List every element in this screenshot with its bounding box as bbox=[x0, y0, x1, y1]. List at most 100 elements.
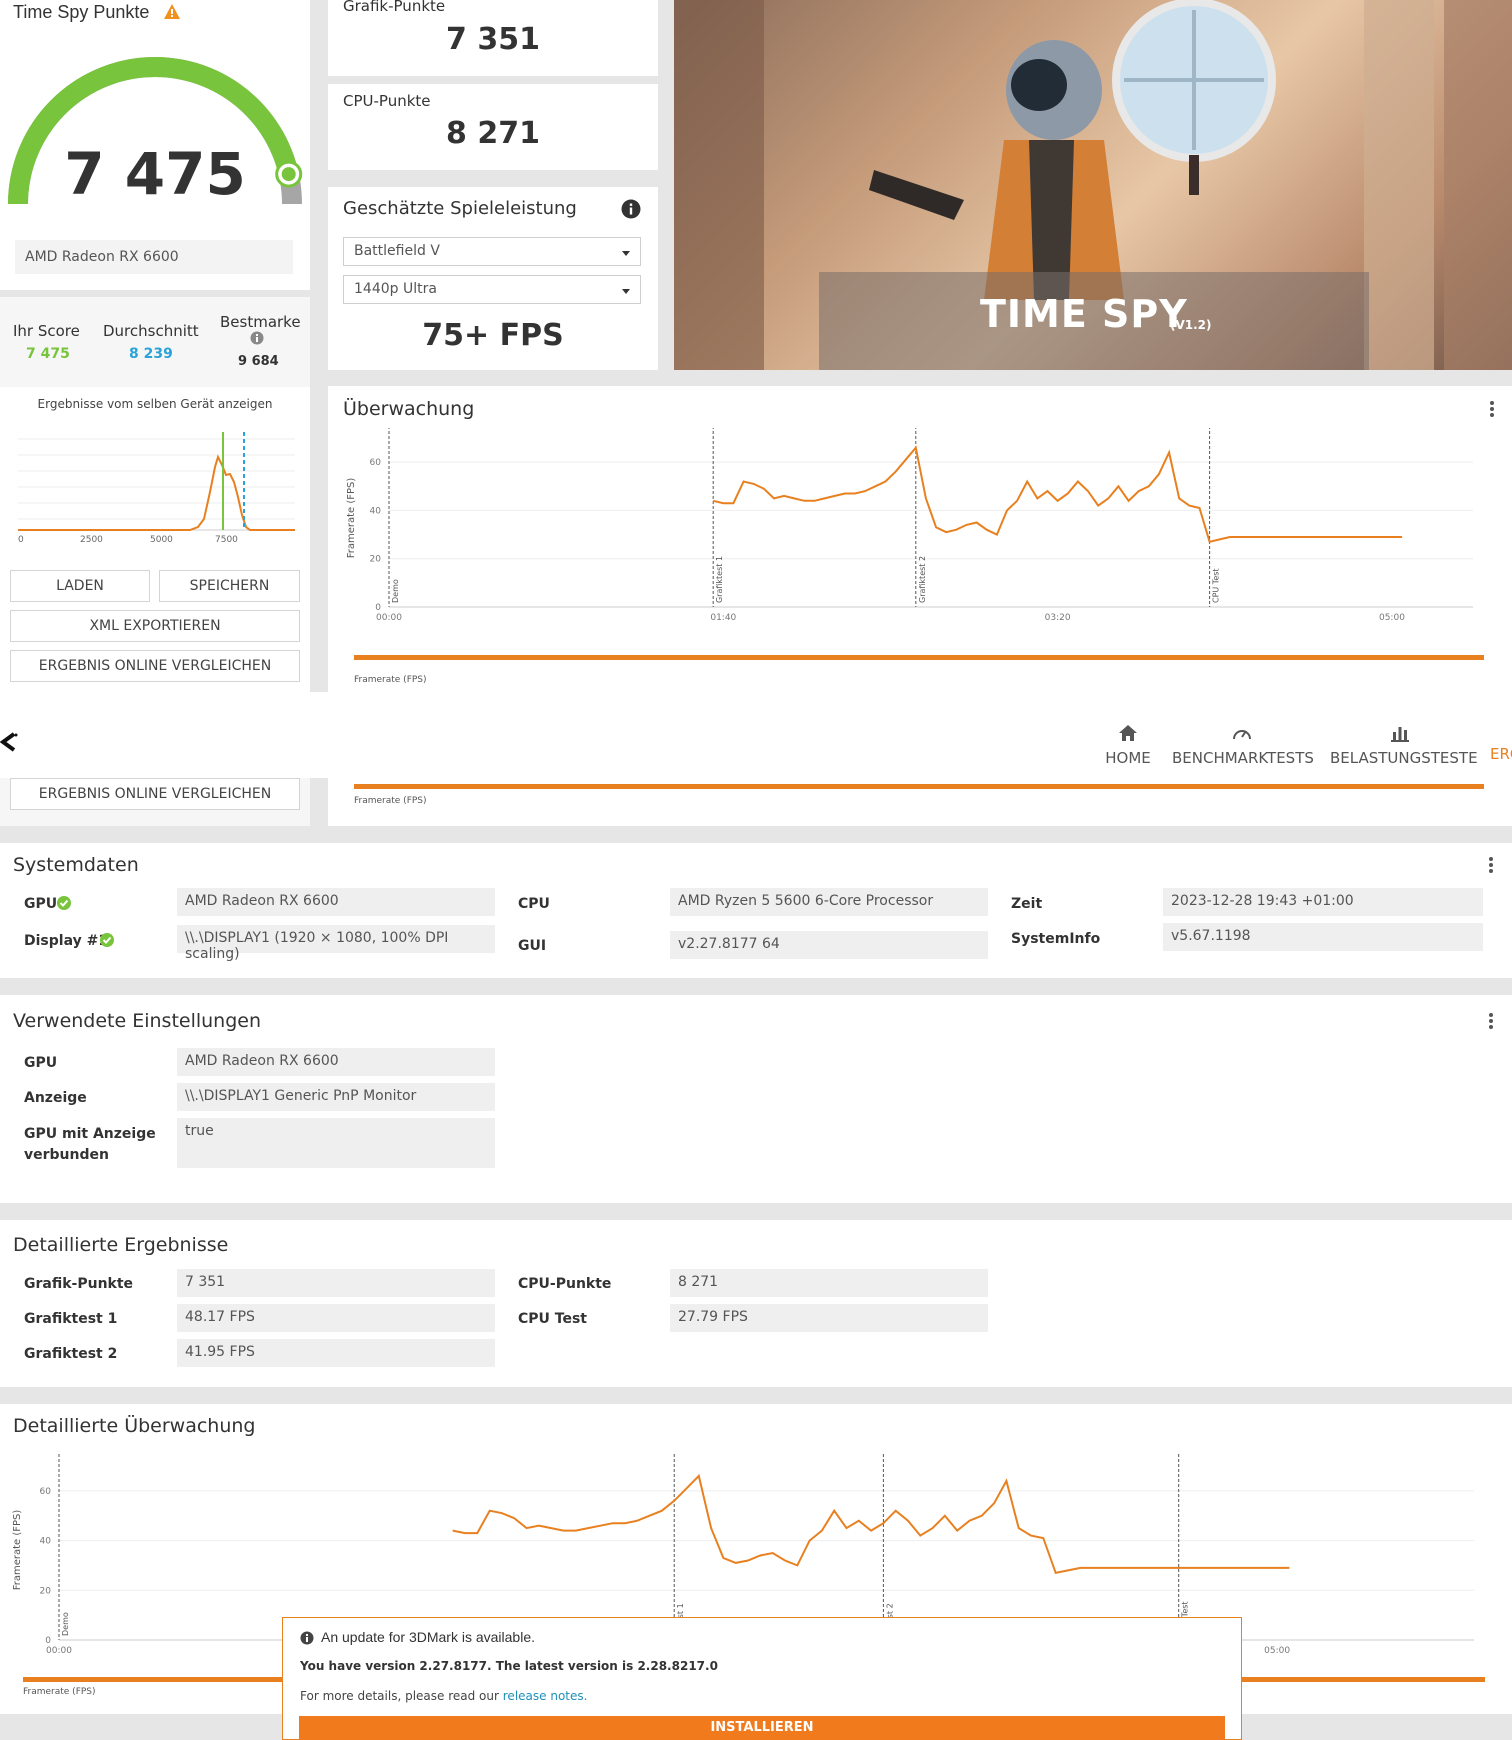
system-data-card: Systemdaten GPU AMD Radeon RX 6600 Displ… bbox=[0, 843, 1512, 978]
average-label: Durchschnitt bbox=[103, 322, 199, 340]
export-xml-button[interactable]: XML EXPORTIEREN bbox=[10, 610, 300, 642]
cpu-score-card: CPU-Punkte 8 271 bbox=[328, 84, 658, 170]
det-graphics-value: 7 351 bbox=[177, 1269, 495, 1297]
mon-ytick: 60 bbox=[370, 458, 382, 468]
hist-tick-2500: 2500 bbox=[80, 535, 103, 542]
det-ytick: 60 bbox=[40, 1487, 52, 1497]
bar-chart-icon bbox=[1391, 727, 1409, 742]
nav-results-label: ERG bbox=[1490, 745, 1512, 763]
mon-ytick: 0 bbox=[375, 603, 381, 613]
monitoring-ylabel: Framerate (FPS) bbox=[346, 478, 357, 559]
info-icon[interactable] bbox=[621, 199, 641, 219]
det-cpu-value: 8 271 bbox=[670, 1269, 988, 1297]
update-title: An update for 3DMark is available. bbox=[321, 1629, 535, 1645]
monitoring-card-tail: Framerate (FPS) bbox=[328, 778, 1512, 826]
more-menu-icon[interactable] bbox=[1489, 1013, 1493, 1029]
cpu-score-label: CPU-Punkte bbox=[343, 92, 431, 110]
det-gt2-label: Grafiktest 2 bbox=[24, 1346, 118, 1362]
det-phase-label: Demo bbox=[61, 1612, 70, 1636]
settings-gpu-label: GPU bbox=[24, 1055, 58, 1071]
settings-gpu-value: AMD Radeon RX 6600 bbox=[177, 1048, 495, 1076]
logo-icon[interactable] bbox=[0, 732, 18, 752]
score-card: Time Spy Punkte 7 475 AMD Radeon RX 6600 bbox=[0, 0, 310, 290]
average-value: 8 239 bbox=[129, 346, 173, 362]
sys-gpu-label: GPU bbox=[24, 896, 58, 912]
total-score: 7 475 bbox=[64, 140, 246, 208]
detailed-results-title: Detaillierte Ergebnisse bbox=[13, 1234, 229, 1256]
estimated-fps: 75+ FPS bbox=[422, 318, 564, 353]
mon-xtick: 00:00 bbox=[376, 613, 402, 623]
gauge-icon bbox=[1233, 730, 1251, 740]
monitoring-legend-bar bbox=[354, 655, 1484, 660]
settings-title: Verwendete Einstellungen bbox=[13, 1010, 262, 1032]
sys-gpu-value: AMD Radeon RX 6600 bbox=[177, 888, 495, 916]
score-title: Time Spy Punkte bbox=[13, 2, 150, 22]
mon-xtick: 05:00 bbox=[1379, 613, 1405, 623]
settings-connected-label: GPU mit Anzeige verbunden bbox=[24, 1126, 156, 1163]
update-notification: An update for 3DMark is available. You h… bbox=[282, 1617, 1242, 1740]
settings-connected-value: true bbox=[177, 1118, 495, 1168]
nav-stress-tests[interactable]: BELASTUNGSTESTE bbox=[1330, 724, 1478, 767]
det-xtick: 00:00 bbox=[46, 1646, 72, 1656]
det-cputest-value: 27.79 FPS bbox=[670, 1304, 988, 1332]
your-score-value: 7 475 bbox=[26, 346, 70, 362]
save-button[interactable]: SPEICHERN bbox=[159, 570, 300, 602]
sys-sysinfo-value: v5.67.1198 bbox=[1163, 923, 1483, 951]
nav-home-label: HOME bbox=[1105, 749, 1151, 767]
more-menu-icon[interactable] bbox=[1489, 857, 1493, 873]
settings-card: Verwendete Einstellungen GPU AMD Radeon … bbox=[0, 995, 1512, 1203]
settings-display-label: Anzeige bbox=[24, 1090, 87, 1106]
monitoring-card: Überwachung Demo Grafiktest 1 Grafiktest 2… bbox=[328, 386, 1512, 692]
game-select[interactable]: Battlefield V bbox=[343, 237, 641, 266]
nav-home[interactable]: HOME bbox=[1102, 724, 1154, 767]
sys-time-value: 2023-12-28 19:43 +01:00 bbox=[1163, 888, 1483, 916]
nav-benchmarks-label: BENCHMARKTESTS bbox=[1172, 749, 1314, 767]
sys-display-label: Display #1 bbox=[24, 933, 109, 949]
game-perf-title: Geschätzte Spieleleistung bbox=[343, 198, 577, 219]
install-button[interactable]: INSTALLIEREN bbox=[299, 1716, 1225, 1740]
hero-version: (V1.2) bbox=[1170, 318, 1212, 332]
system-data-title: Systemdaten bbox=[13, 854, 139, 876]
graphics-score-card: Grafik-Punkte 7 351 bbox=[328, 0, 658, 76]
hero-title: TIME SPY bbox=[980, 292, 1188, 336]
info-icon[interactable] bbox=[250, 331, 264, 345]
histogram-card: Ergebnisse vom selben Gerät anzeigen 0 2… bbox=[0, 387, 310, 692]
release-notes-link[interactable]: release notes. bbox=[503, 1689, 588, 1703]
det-ytick: 20 bbox=[40, 1586, 52, 1596]
nav-results[interactable]: ERG bbox=[1490, 745, 1512, 763]
det-ytick: 0 bbox=[45, 1636, 51, 1646]
game-select-value: Battlefield V bbox=[354, 243, 440, 259]
compare-online-button[interactable]: ERGEBNIS ONLINE VERGLEICHEN bbox=[10, 650, 300, 682]
preset-select[interactable]: 1440p Ultra bbox=[343, 275, 641, 304]
load-button[interactable]: LADEN bbox=[10, 570, 150, 602]
monitoring-legend-tail: Framerate (FPS) bbox=[354, 796, 427, 806]
hist-tick-0: 0 bbox=[18, 535, 24, 542]
caret-down-icon bbox=[622, 289, 630, 294]
mon-xtick: 03:20 bbox=[1045, 613, 1071, 623]
update-details: For more details, please read our releas… bbox=[300, 1689, 587, 1703]
compare-online-button-sticky[interactable]: ERGEBNIS ONLINE VERGLEICHEN bbox=[10, 778, 300, 810]
monitoring-chart: Demo Grafiktest 1 Grafiktest 2 CPU Test Fra… bbox=[346, 428, 1484, 685]
best-value: 9 684 bbox=[238, 354, 279, 369]
detailed-monitoring-title: Detaillierte Überwachung bbox=[13, 1415, 256, 1437]
mon-phase-label: Grafiktest 1 bbox=[715, 556, 724, 603]
nav-benchmarks[interactable]: BENCHMARKTESTS bbox=[1172, 724, 1314, 767]
graphics-score-value: 7 351 bbox=[446, 22, 540, 57]
mon-ytick: 20 bbox=[370, 555, 382, 565]
det-cputest-label: CPU Test bbox=[518, 1311, 587, 1327]
info-icon bbox=[300, 1631, 314, 1645]
hist-tick-5000: 5000 bbox=[150, 535, 173, 542]
top-nav: HOME BENCHMARKTESTS BELASTUNGSTESTE ERG bbox=[0, 692, 1512, 778]
mon-phase-label: Demo bbox=[391, 579, 400, 603]
monitoring-title: Überwachung bbox=[343, 398, 475, 420]
preset-select-value: 1440p Ultra bbox=[354, 281, 437, 297]
graphics-score-label: Grafik-Punkte bbox=[343, 0, 446, 15]
same-device-link[interactable]: Ergebnisse vom selben Gerät anzeigen bbox=[0, 397, 310, 411]
more-menu-icon[interactable] bbox=[1490, 401, 1494, 417]
warning-icon[interactable] bbox=[163, 3, 181, 20]
score-compare-card: Ihr Score 7 475 Durchschnitt 8 239 Bestm… bbox=[0, 297, 310, 387]
game-perf-card: Geschätzte Spieleleistung Battlefield V … bbox=[328, 187, 658, 370]
gpu-name-box: AMD Radeon RX 6600 bbox=[15, 240, 293, 274]
monitoring-legend-bar bbox=[354, 784, 1484, 789]
mon-phase-label: Grafiktest 2 bbox=[918, 556, 927, 603]
